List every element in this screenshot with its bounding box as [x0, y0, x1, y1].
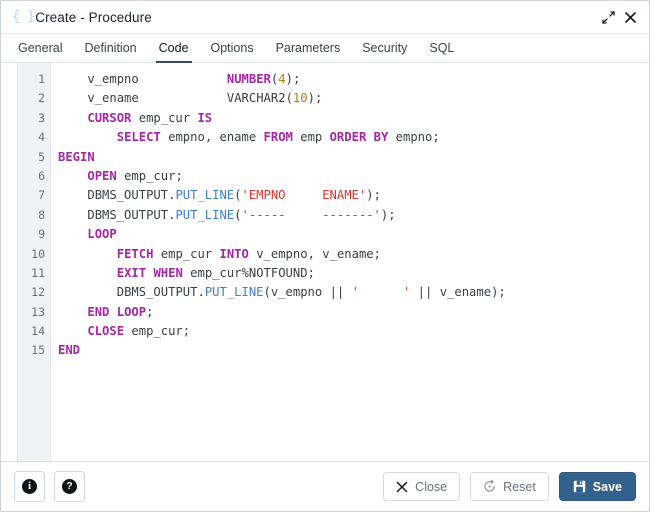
close-icon[interactable] — [619, 6, 641, 28]
line-number: 1 — [38, 72, 45, 86]
dialog-footer: i ? Close Reset Save — [1, 462, 649, 511]
save-button[interactable]: Save — [558, 472, 636, 501]
code-line: DBMS_OUTPUT.PUT_LINE('----- -------'); — [87, 207, 396, 222]
line-number-gutter: 1 2 3 4 5 6 7 8 9 10 11 12 13 14 15 — [18, 63, 51, 461]
code-line: v_empno NUMBER(4); — [87, 72, 301, 86]
line-number: 6 — [38, 168, 45, 183]
line-number: 15 — [31, 343, 45, 358]
tab-parameters[interactable]: Parameters — [265, 34, 352, 62]
dialog-title: Create - Procedure — [35, 9, 152, 25]
line-number: 14 — [31, 324, 45, 339]
reset-icon — [483, 480, 496, 493]
line-number: 5 — [38, 149, 45, 164]
tab-definition[interactable]: Definition — [73, 34, 147, 62]
line-number: 10 — [31, 246, 45, 261]
dialog-tabbar: General Definition Code Options Paramete… — [1, 34, 649, 63]
code-line: LOOP — [87, 227, 117, 242]
line-number: 4 — [38, 130, 45, 145]
help-icon: ? — [62, 479, 77, 494]
line-number: 11 — [31, 265, 45, 280]
code-line: EXIT WHEN emp_cur%NOTFOUND; — [116, 265, 315, 280]
code-line: BEGIN — [58, 149, 95, 164]
expand-icon[interactable] — [597, 6, 619, 28]
line-number: 12 — [31, 285, 45, 300]
info-button[interactable]: i — [14, 471, 45, 502]
code-editor[interactable]: 1 2 3 4 5 6 7 8 9 10 11 12 13 14 15 v_em… — [17, 63, 649, 461]
code-line: CLOSE emp_cur; — [87, 324, 191, 339]
code-line: FETCH emp_cur INTO v_empno, v_ename; — [116, 246, 381, 261]
code-line: v_ename VARCHAR2(10); — [87, 91, 323, 106]
close-x-icon — [396, 481, 408, 493]
line-number: 2 — [38, 91, 45, 106]
tab-code[interactable]: Code — [148, 34, 200, 63]
reset-button-label: Reset — [503, 479, 536, 494]
code-content[interactable]: v_empno NUMBER(4); v_ename VARCHAR2(10);… — [51, 63, 649, 461]
line-number: 3 — [38, 110, 45, 125]
code-line: DBMS_OUTPUT.PUT_LINE(v_empno || ' ' || v… — [116, 285, 506, 300]
code-line: END LOOP; — [87, 304, 154, 319]
line-number: 13 — [31, 304, 45, 319]
tab-options[interactable]: Options — [200, 34, 265, 62]
help-button[interactable]: ? — [54, 471, 85, 502]
create-procedure-dialog: { } Create - Procedure General Definitio… — [0, 0, 650, 512]
code-line: SELECT empno, ename FROM emp ORDER BY em… — [116, 130, 440, 145]
tab-sql[interactable]: SQL — [418, 34, 465, 62]
dialog-titlebar: { } Create - Procedure — [1, 1, 649, 34]
save-floppy-icon — [573, 480, 586, 493]
tab-general[interactable]: General — [7, 34, 73, 62]
code-line: DBMS_OUTPUT.PUT_LINE('EMPNO ENAME'); — [87, 188, 381, 203]
reset-button[interactable]: Reset — [470, 472, 549, 501]
code-editor-panel: 1 2 3 4 5 6 7 8 9 10 11 12 13 14 15 v_em… — [1, 63, 649, 462]
code-line: CURSOR emp_cur IS — [87, 110, 213, 125]
close-button-label: Close — [415, 479, 448, 494]
info-icon: i — [22, 479, 37, 494]
code-line: END — [58, 343, 81, 358]
braces-icon: { } — [12, 9, 35, 25]
line-number: 7 — [38, 188, 45, 203]
code-line: OPEN emp_cur; — [87, 168, 183, 183]
save-button-label: Save — [592, 479, 622, 494]
line-number: 8 — [38, 207, 45, 222]
tab-security[interactable]: Security — [351, 34, 418, 62]
line-number: 9 — [38, 227, 45, 242]
close-button[interactable]: Close — [383, 472, 461, 501]
